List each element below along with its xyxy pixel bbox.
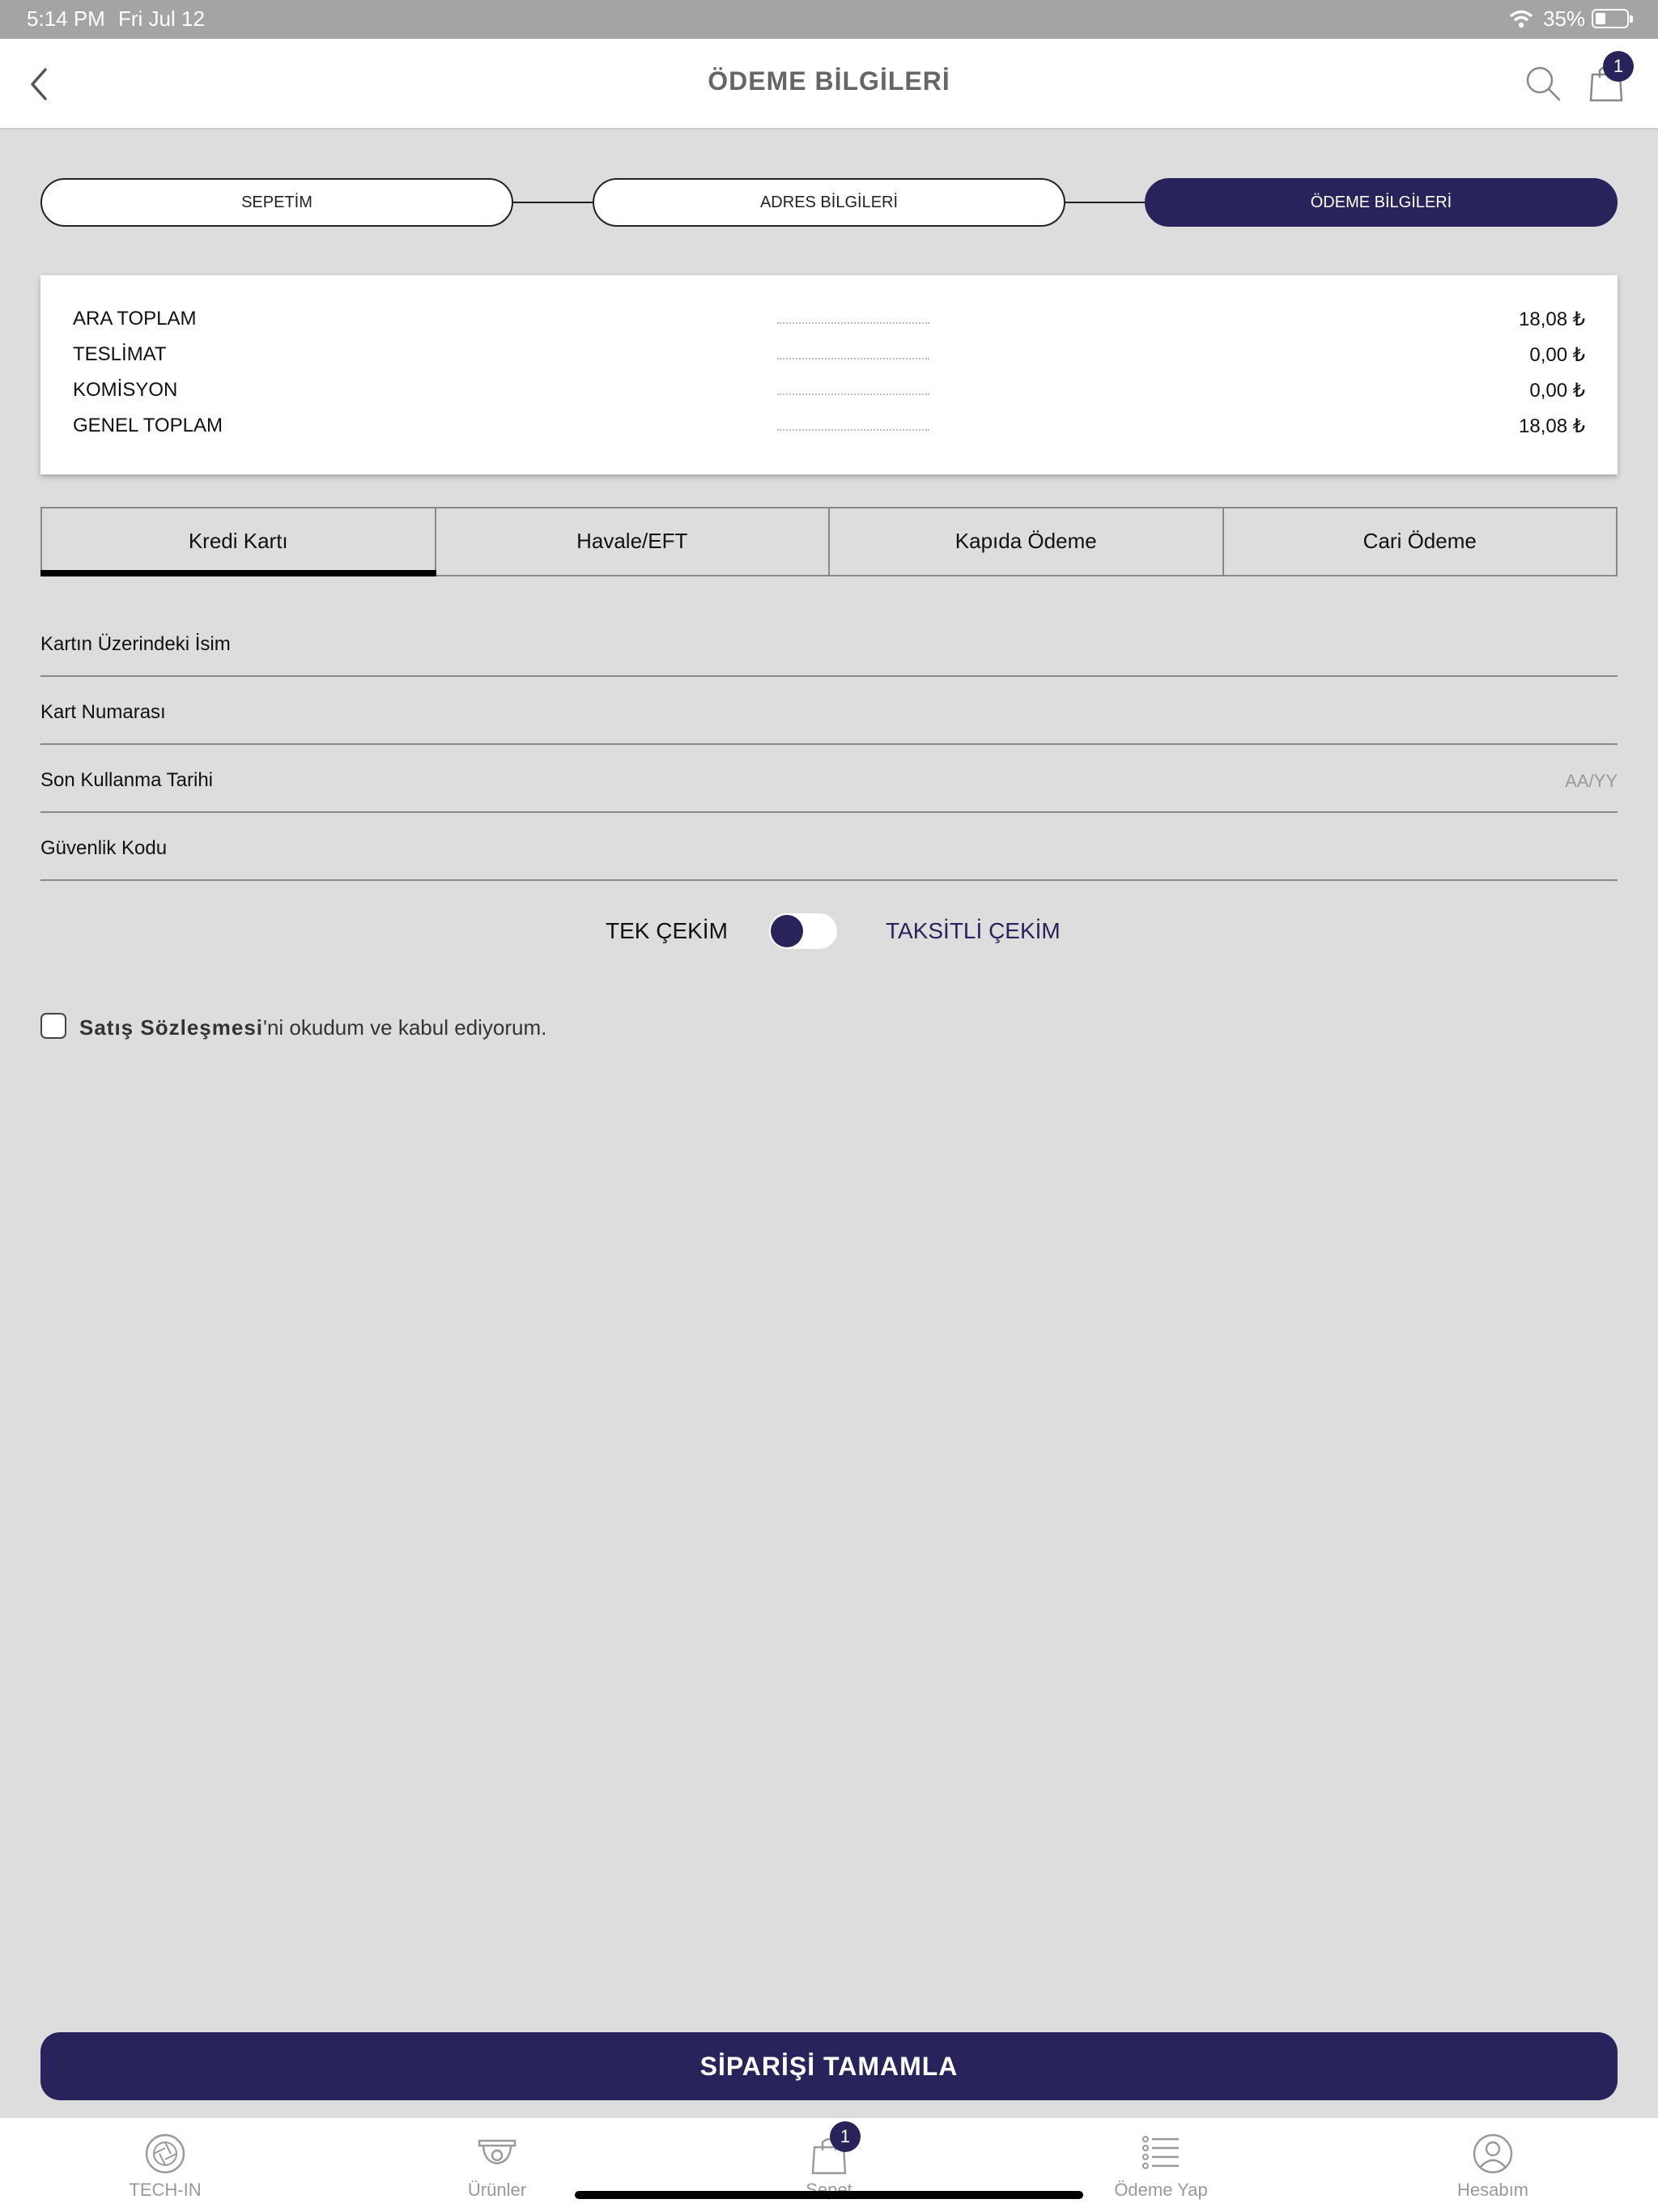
tabbar-label: Ödeme Yap: [1114, 2180, 1208, 2200]
home-indicator[interactable]: [575, 2191, 1083, 2199]
status-time: 5:14 PM: [27, 6, 105, 31]
summary-label: ARA TOPLAM: [73, 308, 197, 330]
tabbar-item-tech-in[interactable]: TECH-IN: [84, 2118, 246, 2212]
summary-value: 18,08 ₺: [1519, 308, 1585, 330]
tab-havale-eft[interactable]: Havale/EFT: [436, 508, 830, 575]
agreement-text: Satış Sözleşmesi'ni okudum ve kabul ediy…: [79, 1015, 546, 1040]
installment-payment-label: TAKSİTLİ ÇEKİM: [886, 918, 1061, 943]
battery-percentage: 35%: [1543, 6, 1586, 31]
battery-icon: [1592, 9, 1633, 28]
summary-value: 0,00 ₺: [1529, 380, 1585, 402]
card-name-field[interactable]: Kartın Üzerindeki İsim: [40, 609, 1618, 677]
installment-toggle[interactable]: [769, 913, 837, 949]
sales-agreement-link[interactable]: Satış Sözleşmesi: [79, 1015, 263, 1040]
summary-label: TESLİMAT: [73, 343, 167, 365]
tabbar-label: Ürünler: [467, 2180, 527, 2200]
dotted-leader: [777, 358, 929, 359]
tabbar-label: TECH-IN: [129, 2180, 202, 2200]
expiry-date-field[interactable]: Son Kullanma Tarihi AA/YY: [40, 745, 1618, 813]
summary-value: 18,08 ₺: [1519, 415, 1585, 437]
agreement-rest-text: 'ni okudum ve kabul ediyorum.: [263, 1015, 547, 1040]
card-number-field[interactable]: Kart Numarası: [40, 677, 1618, 745]
search-icon[interactable]: [1524, 63, 1562, 104]
card-name-label: Kartın Üzerindeki İsim: [40, 633, 231, 655]
tabbar-item-hesabim[interactable]: Hesabım: [1412, 2118, 1574, 2212]
step-sepetim[interactable]: SEPETİM: [40, 178, 513, 227]
summary-label: GENEL TOPLAM: [73, 415, 223, 436]
dotted-leader: [777, 393, 929, 395]
tab-kredi-karti[interactable]: Kredi Kartı: [40, 508, 436, 576]
summary-label: KOMİSYON: [73, 379, 178, 401]
summary-value: 0,00 ₺: [1529, 344, 1585, 366]
order-summary-card: ARA TOPLAM 18,08 ₺ TESLİMAT 0,00 ₺ KOMİS…: [40, 275, 1618, 474]
tabbar-label: Hesabım: [1456, 2180, 1529, 2200]
step-odeme-bilgileri[interactable]: ÖDEME BİLGİLERİ: [1145, 178, 1618, 227]
cart-badge: 1: [1603, 51, 1634, 82]
list-icon: [1142, 2136, 1179, 2169]
expiry-date-placeholder: AA/YY: [1565, 771, 1618, 791]
security-code-field[interactable]: Güvenlik Kodu: [40, 813, 1618, 881]
step-connector: [1065, 202, 1145, 203]
step-connector: [513, 202, 593, 203]
card-number-label: Kart Numarası: [40, 701, 166, 723]
tab-cari-odeme[interactable]: Cari Ödeme: [1224, 508, 1617, 575]
tabbar-item-odeme-yap[interactable]: Ödeme Yap: [1080, 2118, 1242, 2212]
status-bar: 5:14 PM Fri Jul 12 35%: [0, 0, 1658, 39]
complete-order-button[interactable]: SİPARİŞİ TAMAMLA: [40, 2032, 1618, 2100]
summary-row-delivery: TESLİMAT 0,00 ₺: [73, 340, 1585, 372]
header-bar: ÖDEME BİLGİLERİ 1: [0, 39, 1658, 130]
toggle-knob: [771, 915, 803, 947]
tabbar-cart-badge: 1: [830, 2121, 861, 2152]
camera-icon: [478, 2139, 517, 2165]
dotted-leader: [777, 322, 929, 324]
summary-row-subtotal: ARA TOPLAM 18,08 ₺: [73, 304, 1585, 337]
step-adres-bilgileri[interactable]: ADRES BİLGİLERİ: [593, 178, 1065, 227]
dotted-leader: [777, 429, 929, 431]
single-payment-label: TEK ÇEKİM: [606, 918, 728, 943]
payment-method-tabs: Kredi Kartı Havale/EFT Kapıda Ödeme Cari…: [40, 507, 1618, 576]
user-icon: [1473, 2133, 1513, 2174]
summary-row-commission: KOMİSYON 0,00 ₺: [73, 376, 1585, 408]
page-title: ÖDEME BİLGİLERİ: [708, 66, 950, 96]
summary-row-grand-total: GENEL TOPLAM 18,08 ₺: [73, 411, 1585, 444]
status-date: Fri Jul 12: [118, 6, 205, 31]
tab-kapida-odeme[interactable]: Kapıda Ödeme: [830, 508, 1224, 575]
wifi-icon: [1509, 10, 1533, 28]
aperture-icon: [145, 2133, 185, 2174]
agreement-checkbox[interactable]: [40, 1013, 66, 1039]
expiry-date-label: Son Kullanma Tarihi: [40, 769, 214, 791]
tabbar-item-urunler[interactable]: Ürünler: [416, 2118, 578, 2212]
security-code-label: Güvenlik Kodu: [40, 837, 168, 859]
